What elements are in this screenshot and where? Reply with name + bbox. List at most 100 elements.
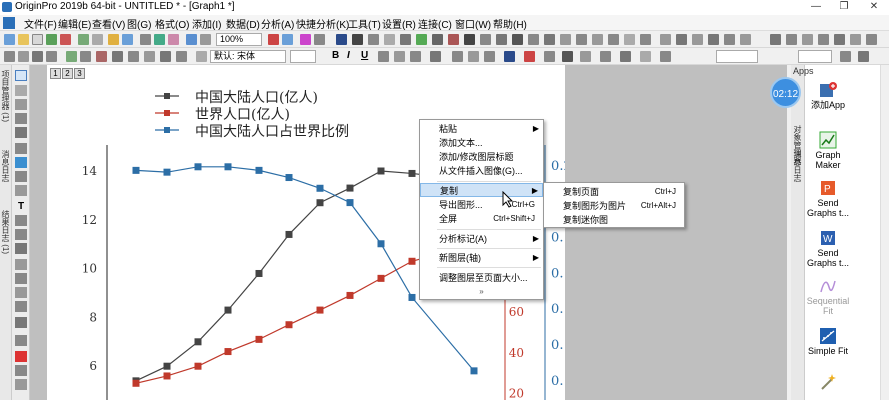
mask-icon[interactable] bbox=[660, 34, 671, 45]
area-icon[interactable] bbox=[128, 51, 139, 62]
data-point[interactable] bbox=[377, 167, 385, 175]
reduce-icon[interactable] bbox=[786, 34, 797, 45]
data-point[interactable] bbox=[194, 163, 202, 171]
color-scale-icon[interactable] bbox=[640, 34, 651, 45]
menu-insert[interactable]: 添加(I) bbox=[192, 16, 221, 31]
pattern-icon[interactable] bbox=[544, 51, 555, 62]
data-reader-icon[interactable] bbox=[15, 143, 27, 154]
pointer-tool-icon[interactable] bbox=[15, 70, 27, 81]
object-manager-icon[interactable] bbox=[352, 34, 363, 45]
menu-window[interactable]: 窗口(W) bbox=[455, 16, 491, 31]
minimize-button[interactable]: — bbox=[801, 0, 831, 15]
send-graphs-word-app[interactable]: W Send Graphs t... bbox=[805, 229, 851, 268]
line-style-icon[interactable] bbox=[4, 51, 15, 62]
transparency-icon[interactable] bbox=[660, 51, 671, 62]
zoom-out-tool-icon[interactable] bbox=[15, 99, 27, 110]
menu-edit[interactable]: 编辑(E) bbox=[58, 16, 91, 31]
smart-hint-icon[interactable] bbox=[384, 34, 395, 45]
scale-tool-icon[interactable] bbox=[15, 113, 27, 124]
decrease-size-icon[interactable] bbox=[32, 51, 43, 62]
data-point[interactable] bbox=[163, 372, 171, 380]
menu-item-copy-page[interactable]: 复制页面 Ctrl+J bbox=[544, 185, 684, 199]
line-width-combo[interactable] bbox=[798, 50, 832, 63]
messages-log-icon[interactable] bbox=[368, 34, 379, 45]
arrange-layers-icon[interactable] bbox=[512, 34, 523, 45]
menu-item-layer-title[interactable]: 添加/修改图层标题 bbox=[420, 150, 543, 164]
region-tool-icon[interactable] bbox=[15, 273, 27, 284]
menu-item-analysis-markers[interactable]: 分析标记(A) ▶ bbox=[420, 232, 543, 246]
merge-icon[interactable] bbox=[528, 34, 539, 45]
menu-tools[interactable]: 工具(T) bbox=[348, 16, 381, 31]
data-point[interactable] bbox=[255, 269, 263, 277]
align-center-icon[interactable] bbox=[468, 51, 479, 62]
text-tool-icon[interactable]: T bbox=[15, 201, 27, 212]
import-icon[interactable] bbox=[140, 34, 151, 45]
close-button[interactable]: ✕ bbox=[859, 0, 889, 15]
data-point[interactable] bbox=[194, 338, 202, 346]
draw-data-icon[interactable] bbox=[15, 185, 27, 196]
superscript-icon[interactable] bbox=[378, 51, 389, 62]
menu-data[interactable]: 数据(D) bbox=[226, 16, 260, 31]
menu-file[interactable]: 文件(F) bbox=[24, 16, 57, 31]
rectangle-tool-icon[interactable] bbox=[15, 259, 27, 270]
swap-icon[interactable] bbox=[834, 34, 845, 45]
graph-maker-app[interactable]: Graph Maker bbox=[805, 131, 851, 170]
font-size-combo[interactable] bbox=[290, 50, 316, 63]
data-point[interactable] bbox=[346, 199, 354, 207]
add-table-tool-icon[interactable] bbox=[15, 301, 27, 312]
menu-item-new-layer[interactable]: 新图层(轴) ▶ bbox=[420, 251, 543, 265]
data-point[interactable] bbox=[316, 199, 324, 207]
data-point[interactable] bbox=[285, 230, 293, 238]
increase-size-icon[interactable] bbox=[18, 51, 29, 62]
plot-icon[interactable] bbox=[740, 34, 751, 45]
restore-button[interactable]: ❐ bbox=[829, 0, 859, 15]
recalculate-icon[interactable] bbox=[168, 34, 179, 45]
menu-quick-analysis[interactable]: 快捷分析(K) bbox=[296, 16, 349, 31]
data-point[interactable] bbox=[377, 240, 385, 248]
enlarge-icon[interactable] bbox=[770, 34, 781, 45]
bar-icon[interactable] bbox=[112, 51, 123, 62]
scale-icon[interactable] bbox=[576, 34, 587, 45]
fill-column-icon[interactable] bbox=[448, 34, 459, 45]
menu-format[interactable]: 格式(O) bbox=[155, 16, 189, 31]
multi-layer-icon[interactable] bbox=[160, 51, 171, 62]
apps-scrollbar[interactable] bbox=[880, 65, 889, 400]
data-point[interactable] bbox=[132, 166, 140, 174]
messages-log-tab[interactable]: 消息日志 bbox=[0, 150, 11, 182]
data-selector-icon[interactable] bbox=[15, 157, 27, 168]
layer-icon[interactable] bbox=[496, 34, 507, 45]
results-log-tab[interactable]: 结果日志 (1) bbox=[0, 210, 11, 254]
fill-color-icon[interactable] bbox=[524, 51, 535, 62]
menu-item-paste[interactable]: 粘贴 ▶ bbox=[420, 122, 543, 136]
chart-icon[interactable] bbox=[96, 51, 107, 62]
crosshair-icon[interactable] bbox=[676, 34, 687, 45]
menu-connectivity[interactable]: 连接(C) bbox=[418, 16, 452, 31]
bold-button[interactable]: B bbox=[332, 50, 339, 61]
data-point[interactable] bbox=[346, 291, 354, 299]
menu-preferences[interactable]: 设置(R) bbox=[382, 16, 416, 31]
new-workbook-icon[interactable] bbox=[32, 34, 43, 45]
sequential-fit-app[interactable]: Sequential Fit bbox=[805, 277, 851, 316]
curved-arrow-tool-icon[interactable] bbox=[15, 229, 27, 240]
align-right-icon[interactable] bbox=[484, 51, 495, 62]
command-window-icon[interactable] bbox=[314, 34, 325, 45]
data-point[interactable] bbox=[255, 335, 263, 343]
add-text-tool-icon[interactable] bbox=[15, 287, 27, 298]
annotation-icon[interactable] bbox=[692, 34, 703, 45]
line-color-icon[interactable] bbox=[504, 51, 515, 62]
data-point[interactable] bbox=[408, 293, 416, 301]
code-builder-icon[interactable] bbox=[282, 34, 293, 45]
menu-analysis[interactable]: 分析(A) bbox=[261, 16, 294, 31]
data-point[interactable] bbox=[316, 184, 324, 192]
italic-button[interactable]: I bbox=[347, 50, 350, 61]
add-axis-icon[interactable] bbox=[544, 34, 555, 45]
menu-item-copy-graph-as-image[interactable]: 复制图形为图片 Ctrl+Alt+J bbox=[544, 199, 684, 213]
menu-graph[interactable]: 图(G) bbox=[127, 16, 151, 31]
font-combo[interactable]: 默认: 宋体 bbox=[210, 50, 286, 63]
line-style-combo[interactable] bbox=[716, 50, 758, 63]
layer-tool-icon[interactable] bbox=[15, 351, 27, 362]
stats-icon[interactable] bbox=[480, 34, 491, 45]
mask-tool-icon[interactable] bbox=[15, 171, 27, 182]
menu-item-copy[interactable]: 复制 ▶ bbox=[420, 183, 543, 197]
data-point[interactable] bbox=[316, 306, 324, 314]
